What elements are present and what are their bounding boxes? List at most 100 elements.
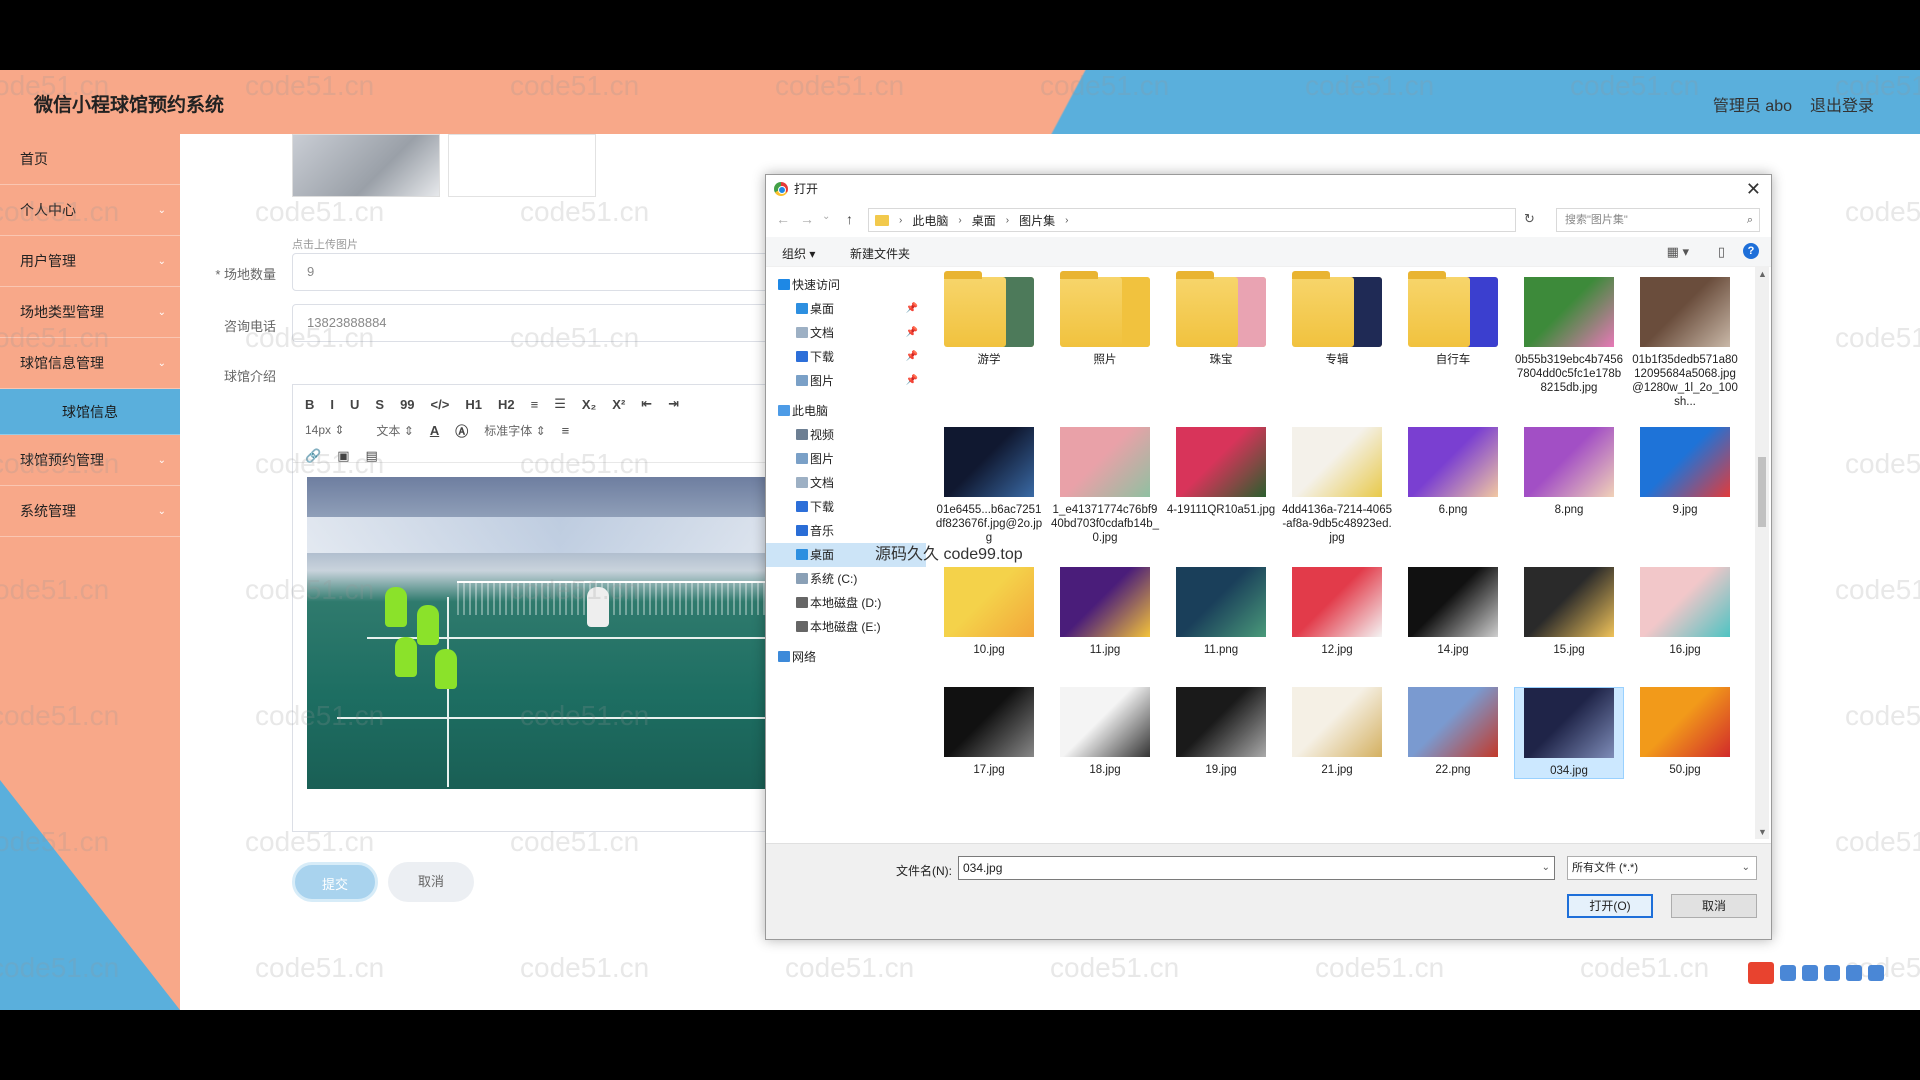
- sidebar-item[interactable]: 首页: [0, 134, 180, 185]
- file-item[interactable]: 0b55b319ebc4b74567804dd0c5fc1e178b8215db…: [1514, 277, 1624, 395]
- folder-item[interactable]: 专辑: [1282, 271, 1392, 367]
- uploaded-image-thumbnail[interactable]: [292, 134, 440, 197]
- editor-toolbar-button[interactable]: ⇤: [641, 396, 652, 412]
- editor-toolbar-button[interactable]: S: [375, 397, 384, 412]
- editor-toolbar-button[interactable]: </>: [431, 397, 450, 412]
- upload-image-slot[interactable]: [448, 134, 596, 197]
- editor-toolbar-button[interactable]: B: [305, 397, 314, 412]
- nav-item[interactable]: 下载 📌: [766, 345, 926, 369]
- nav-item[interactable]: 下载: [766, 495, 926, 519]
- breadcrumb-item[interactable]: 图片集: [1019, 212, 1055, 229]
- file-item[interactable]: 10.jpg: [934, 567, 1044, 657]
- file-item[interactable]: 9.jpg: [1630, 427, 1740, 517]
- sidebar-item[interactable]: 用户管理 ⌄: [0, 236, 180, 287]
- folder-item[interactable]: 游学: [934, 271, 1044, 367]
- breadcrumb-item[interactable]: 此电脑: [912, 212, 948, 229]
- file-item[interactable]: 18.jpg: [1050, 687, 1160, 777]
- recent-chevron-icon[interactable]: ⌄: [822, 211, 830, 222]
- file-item[interactable]: 01e6455...b6ac7251df823676f.jpg@2o.jpg: [934, 427, 1044, 545]
- file-item[interactable]: 12.jpg: [1282, 567, 1392, 657]
- search-input[interactable]: 搜索"图片集" ⌕: [1556, 208, 1760, 232]
- scrollbar-thumb[interactable]: [1758, 457, 1766, 527]
- image-icon[interactable]: ▣: [337, 448, 349, 464]
- preview-pane-icon[interactable]: ▯: [1718, 244, 1725, 260]
- filename-input[interactable]: 034.jpg ⌄: [958, 856, 1555, 880]
- link-icon[interactable]: 🔗: [305, 448, 321, 464]
- submit-button[interactable]: 提交: [292, 862, 378, 902]
- editor-toolbar-button[interactable]: X₂: [582, 397, 596, 412]
- chevron-down-icon[interactable]: ⌄: [1542, 857, 1550, 879]
- file-item[interactable]: 11.jpg: [1050, 567, 1160, 657]
- nav-item[interactable]: 本地磁盘 (E:): [766, 615, 926, 639]
- folder-item[interactable]: 照片: [1050, 271, 1160, 367]
- file-item[interactable]: 19.jpg: [1166, 687, 1276, 777]
- text-type-select[interactable]: 文本 ⇕: [376, 422, 413, 439]
- editor-toolbar-button[interactable]: ⇥: [668, 396, 679, 412]
- file-item[interactable]: 01b1f35dedb571a8012095684a5068.jpg@1280w…: [1630, 277, 1740, 409]
- file-item[interactable]: 4dd4136a-7214-4065-af8a-9db5c48923ed.jpg: [1282, 427, 1392, 545]
- font-size-select[interactable]: 14px ⇕: [305, 423, 344, 437]
- nav-item[interactable]: 图片: [766, 447, 926, 471]
- file-item[interactable]: 14.jpg: [1398, 567, 1508, 657]
- open-button[interactable]: 打开(O): [1567, 894, 1653, 918]
- sidebar-item[interactable]: 球馆信息管理 ⌄: [0, 338, 180, 389]
- nav-item[interactable]: 快速访问: [766, 273, 926, 297]
- folder-item[interactable]: 自行车: [1398, 271, 1508, 367]
- address-bar[interactable]: › 此电脑 › 桌面 › 图片集 ›: [868, 208, 1516, 232]
- folder-item[interactable]: 珠宝: [1166, 271, 1276, 367]
- nav-item[interactable]: 系统 (C:): [766, 567, 926, 591]
- video-icon[interactable]: ▤: [365, 448, 377, 464]
- file-item[interactable]: 21.jpg: [1282, 687, 1392, 777]
- editor-toolbar-button[interactable]: 99: [400, 397, 414, 412]
- vertical-scrollbar[interactable]: ▲ ▼: [1755, 267, 1769, 839]
- rich-text-editor[interactable]: B I U S 99 </> H1 H2 ≡ ☰ X₂ X² ⇤ ⇥ 14px ⇕ 文本 ⇕ A Ⓐ 标准…: [292, 384, 813, 832]
- file-item[interactable]: 17.jpg: [934, 687, 1044, 777]
- nav-item[interactable]: 此电脑: [766, 399, 926, 423]
- input-method-icon[interactable]: [1748, 962, 1774, 984]
- logout-link[interactable]: 退出登录: [1810, 92, 1874, 116]
- file-item[interactable]: 034.jpg: [1514, 687, 1624, 779]
- editor-toolbar-button[interactable]: X²: [612, 397, 625, 412]
- sidebar-item[interactable]: 系统管理 ⌄: [0, 486, 180, 537]
- refresh-icon[interactable]: ↻: [1524, 211, 1535, 227]
- new-folder-button[interactable]: 新建文件夹: [850, 245, 910, 262]
- phone-input[interactable]: 13823888884: [292, 304, 812, 342]
- field-count-input[interactable]: 9: [292, 253, 812, 291]
- microphone-icon[interactable]: [1802, 965, 1818, 981]
- scroll-up-icon[interactable]: ▲: [1758, 269, 1767, 279]
- toolbox-icon[interactable]: [1868, 965, 1884, 981]
- cancel-button[interactable]: 取消: [388, 862, 474, 902]
- nav-item[interactable]: 桌面 📌: [766, 297, 926, 321]
- file-item[interactable]: 22.png: [1398, 687, 1508, 777]
- nav-item[interactable]: 图片 📌: [766, 369, 926, 393]
- nav-item[interactable]: 本地磁盘 (D:): [766, 591, 926, 615]
- file-item[interactable]: 50.jpg: [1630, 687, 1740, 777]
- view-options-icon[interactable]: ▦ ▾: [1667, 244, 1689, 260]
- file-item[interactable]: 11.png: [1166, 567, 1276, 657]
- forward-arrow-icon[interactable]: →: [800, 211, 814, 227]
- back-arrow-icon[interactable]: ←: [776, 211, 790, 227]
- keyboard-icon[interactable]: [1824, 965, 1840, 981]
- sidebar-item[interactable]: 球馆预约管理 ⌄: [0, 435, 180, 486]
- nav-item[interactable]: 网络: [766, 645, 926, 669]
- sidebar-item[interactable]: 个人中心 ⌄: [0, 185, 180, 236]
- close-icon[interactable]: ✕: [1746, 175, 1761, 203]
- nav-item[interactable]: 视频: [766, 423, 926, 447]
- file-type-select[interactable]: 所有文件 (*.*) ⌄: [1567, 856, 1757, 880]
- background-color-button[interactable]: Ⓐ: [455, 421, 468, 440]
- skin-icon[interactable]: [1846, 965, 1862, 981]
- editor-toolbar-button[interactable]: ≡: [531, 397, 539, 412]
- help-icon[interactable]: ?: [1743, 243, 1759, 259]
- editor-toolbar-button[interactable]: H2: [498, 397, 515, 412]
- scroll-down-icon[interactable]: ▼: [1758, 827, 1767, 837]
- file-item[interactable]: 15.jpg: [1514, 567, 1624, 657]
- font-family-select[interactable]: 标准字体 ⇕: [484, 422, 545, 439]
- sidebar-item[interactable]: 球馆信息: [0, 389, 180, 435]
- breadcrumb-item[interactable]: 桌面: [972, 212, 996, 229]
- up-arrow-icon[interactable]: ↑: [846, 211, 853, 227]
- editor-toolbar-button[interactable]: H1: [465, 397, 482, 412]
- file-item[interactable]: 16.jpg: [1630, 567, 1740, 657]
- align-button[interactable]: ≡: [562, 423, 570, 438]
- punctuation-icon[interactable]: [1780, 965, 1796, 981]
- nav-item[interactable]: 文档 📌: [766, 321, 926, 345]
